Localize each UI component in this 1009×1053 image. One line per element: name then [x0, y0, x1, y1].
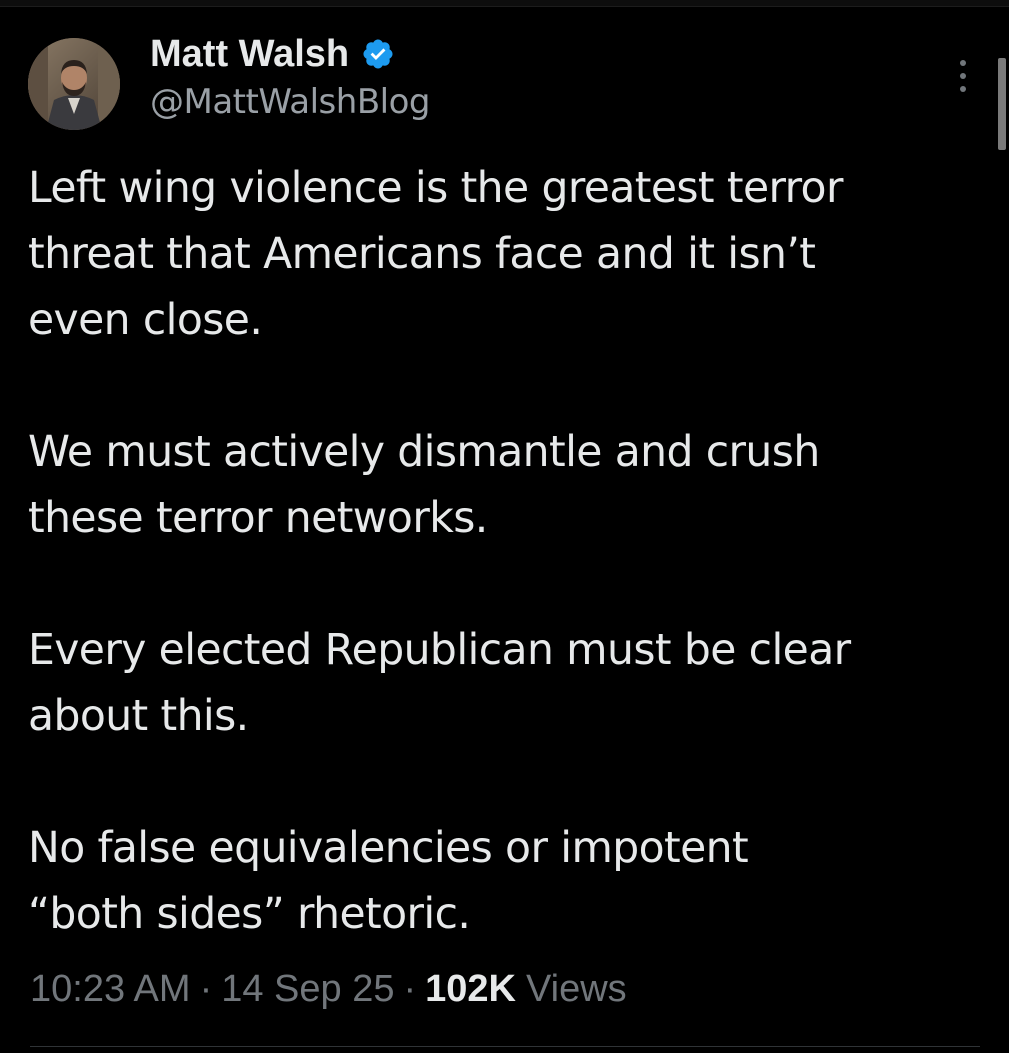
tweet[interactable]: Matt Walsh @MattWalshBlog Left wing viol… [0, 0, 1009, 1053]
tweet-meta: 10:23 AM · 14 Sep 25 · 102K Views [30, 968, 627, 1011]
tweet-paragraph: No false equivalencies or impotent “both… [28, 824, 749, 939]
tweet-time[interactable]: 10:23 AM [30, 968, 191, 1011]
author-names: Matt Walsh @MattWalshBlog [150, 32, 430, 123]
tweet-text: Left wing violence is the greatest terro… [28, 156, 978, 948]
tweet-header: Matt Walsh @MattWalshBlog [28, 33, 430, 130]
meta-separator: · [199, 968, 213, 1010]
views-count[interactable]: 102K [425, 968, 516, 1011]
more-vertical-icon-dot [960, 86, 966, 92]
views-label: Views [525, 968, 627, 1010]
more-options-button[interactable] [948, 56, 978, 96]
tweet-paragraph: Every elected Republican must be clear a… [28, 626, 851, 741]
avatar-image [28, 38, 120, 130]
tweet-paragraph: We must actively dismantle and crush the… [28, 428, 820, 543]
name-row: Matt Walsh [150, 32, 430, 76]
display-name[interactable]: Matt Walsh [150, 33, 349, 76]
verified-badge-icon[interactable] [361, 37, 395, 71]
tweet-date[interactable]: 14 Sep 25 [221, 968, 394, 1011]
meta-separator: · [403, 968, 417, 1010]
more-vertical-icon-dot [960, 73, 966, 79]
avatar[interactable] [28, 38, 120, 130]
more-vertical-icon [960, 60, 966, 66]
tweet-paragraph: Left wing violence is the greatest terro… [28, 164, 843, 345]
author-handle[interactable]: @MattWalshBlog [150, 82, 430, 122]
scrollbar-thumb[interactable] [998, 58, 1006, 150]
bottom-divider [30, 1046, 980, 1047]
